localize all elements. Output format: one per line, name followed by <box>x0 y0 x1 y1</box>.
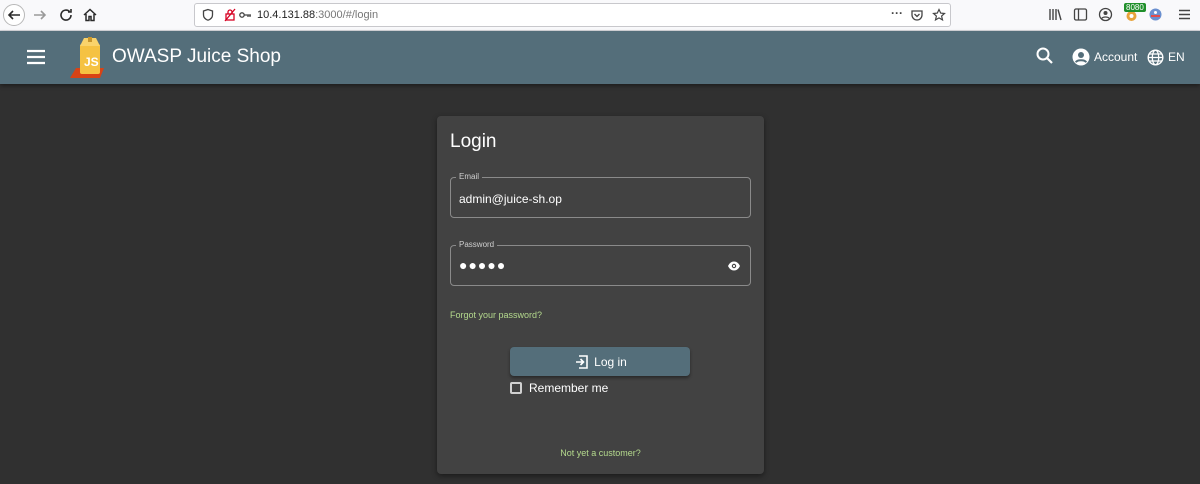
reload-icon[interactable] <box>55 4 77 26</box>
proxy-port-badge: 8080 <box>1124 3 1146 12</box>
checkbox-box[interactable] <box>510 382 522 394</box>
login-button[interactable]: Log in <box>510 347 690 376</box>
back-icon[interactable] <box>3 4 25 26</box>
bookmark-star-icon[interactable] <box>931 8 947 24</box>
password-label: Password <box>456 240 498 249</box>
email-label: Email <box>456 172 483 181</box>
account-label: Account <box>1094 50 1138 64</box>
home-icon[interactable] <box>79 4 101 26</box>
forgot-password-link[interactable]: Forgot your password? <box>450 310 542 320</box>
app-menu-icon[interactable] <box>1177 7 1193 23</box>
login-button-label: Log in <box>594 354 627 369</box>
show-password-eye-icon[interactable] <box>727 259 741 273</box>
key-icon[interactable] <box>238 8 252 22</box>
login-title: Login <box>450 131 497 152</box>
language-button[interactable]: EN <box>1147 46 1185 68</box>
password-field[interactable]: Password ●●●●● <box>450 240 751 286</box>
search-icon[interactable] <box>1034 45 1056 67</box>
hamburger-menu-icon[interactable] <box>24 45 48 69</box>
app-toolbar: JS OWASP Juice Shop Account EN <box>0 31 1200 84</box>
password-input[interactable]: ●●●●● <box>459 257 506 273</box>
remember-me-checkbox[interactable]: Remember me <box>510 381 608 395</box>
email-input[interactable]: admin@juice-sh.op <box>459 192 562 206</box>
account-button[interactable]: Account <box>1072 46 1137 68</box>
sidebar-icon[interactable] <box>1073 7 1089 23</box>
login-enter-icon <box>576 354 588 369</box>
shield-icon[interactable] <box>201 8 215 22</box>
library-icon[interactable] <box>1048 7 1064 23</box>
url-bar[interactable]: 10.4.131.88:3000/#/login ··· <box>194 3 951 27</box>
login-card: Login Email admin@juice-sh.op Password ●… <box>437 116 764 474</box>
pocket-icon[interactable] <box>909 8 925 24</box>
email-field[interactable]: Email admin@juice-sh.op <box>450 172 751 218</box>
account-circle-icon <box>1072 48 1090 66</box>
svg-text:JS: JS <box>84 55 99 69</box>
browser-toolbar: 10.4.131.88:3000/#/login ··· 8080 <box>0 0 1200 31</box>
firefox-account-icon[interactable] <box>1098 7 1114 23</box>
extension-icon[interactable] <box>1148 7 1164 23</box>
remember-me-label: Remember me <box>529 381 609 395</box>
juice-shop-logo[interactable]: JS <box>68 36 108 80</box>
globe-icon <box>1147 48 1164 66</box>
forward-icon[interactable] <box>29 4 51 26</box>
language-label: EN <box>1168 50 1185 64</box>
page-actions-icon[interactable]: ··· <box>889 6 905 22</box>
app-title[interactable]: OWASP Juice Shop <box>112 46 281 68</box>
insecure-lock-icon[interactable] <box>223 8 237 22</box>
url-text[interactable]: 10.4.131.88:3000/#/login <box>257 9 378 21</box>
not-yet-customer-link[interactable]: Not yet a customer? <box>437 448 764 458</box>
